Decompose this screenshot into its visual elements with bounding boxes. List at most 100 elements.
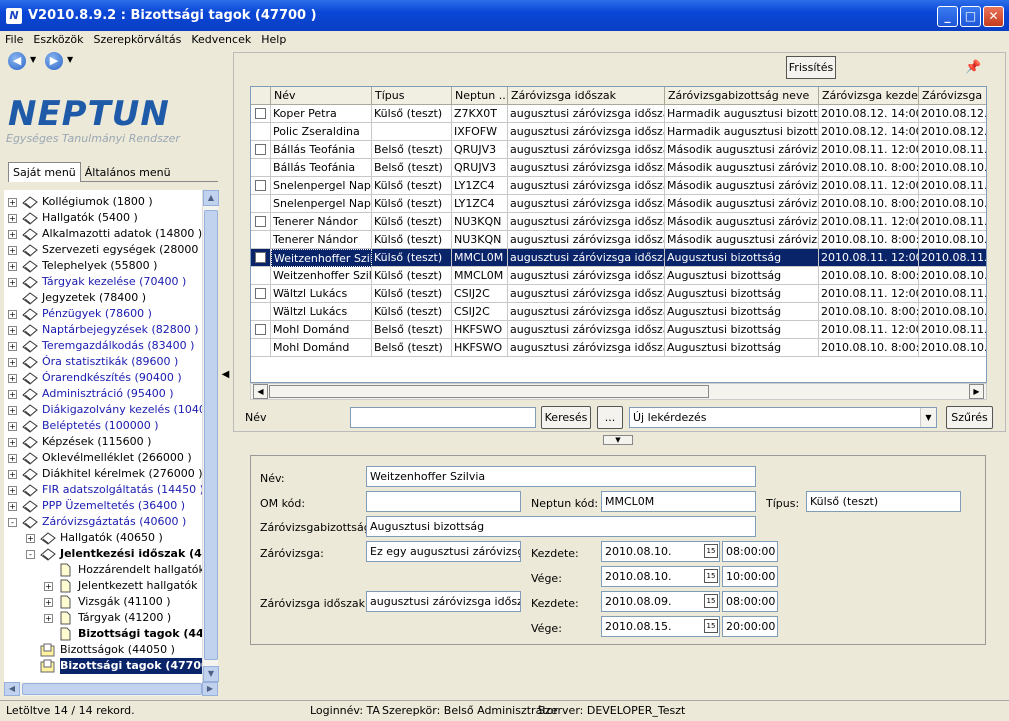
- scroll-down-icon[interactable]: ▼: [203, 666, 219, 682]
- tree-item[interactable]: + Telephelyek (55800 ): [4, 258, 202, 274]
- table-cell[interactable]: 2010.08.12. 1: [919, 123, 986, 141]
- maximize-button[interactable]: □: [960, 6, 981, 27]
- row-selector-cell[interactable]: [251, 141, 271, 159]
- expand-icon[interactable]: +: [8, 230, 17, 239]
- table-cell[interactable]: augusztusi záróvizsga időszak: [508, 321, 665, 339]
- column-header[interactable]: Záróvizsga időszak: [508, 87, 665, 105]
- table-cell[interactable]: Augusztusi bizottság: [665, 339, 819, 357]
- collapse-icon[interactable]: -: [26, 550, 35, 559]
- table-cell[interactable]: 2010.08.10. 8:00:00: [819, 159, 919, 177]
- table-cell[interactable]: 2010.08.11. 12:00:0: [819, 321, 919, 339]
- tree-item[interactable]: Bizottságok (44050 ): [4, 642, 202, 658]
- table-cell[interactable]: 2010.08.10. 8:00:00: [819, 231, 919, 249]
- table-cell[interactable]: Harmadik augusztusi bizottság: [665, 105, 819, 123]
- table-cell[interactable]: Polic Zseraldina: [271, 123, 372, 141]
- tree-item[interactable]: + Tárgyak (41200 ): [4, 610, 202, 626]
- expand-icon[interactable]: +: [8, 422, 17, 431]
- table-cell[interactable]: Snelenpergel Napóle: [271, 177, 372, 195]
- tree-scroll-thumb[interactable]: [204, 210, 218, 660]
- tab-general-menu[interactable]: Általános menü: [81, 163, 175, 182]
- tree-item[interactable]: Bizottsági tagok (47700: [4, 658, 202, 674]
- query-select[interactable]: Új lekérdezés ▼: [629, 407, 937, 428]
- table-cell[interactable]: Augusztusi bizottság: [665, 249, 819, 267]
- table-cell[interactable]: Mohl Dománd: [271, 321, 372, 339]
- table-cell[interactable]: MMCL0M: [452, 249, 508, 267]
- grid-scroll-left-icon[interactable]: ◀: [253, 384, 268, 399]
- row-checkbox[interactable]: [255, 288, 266, 299]
- table-cell[interactable]: HKFSWO: [452, 339, 508, 357]
- table-cell[interactable]: Külső (teszt): [372, 303, 452, 321]
- neptun-code-field[interactable]: MMCL0M: [601, 491, 756, 512]
- menu-file[interactable]: File: [0, 31, 28, 48]
- table-row[interactable]: Polic Zseraldina IXFOFW augusztusi záróviz…: [251, 123, 986, 141]
- tree-item[interactable]: + Képzések (115600 ): [4, 434, 202, 450]
- refresh-button[interactable]: Frissítés: [786, 56, 836, 79]
- grid-hscroll-thumb[interactable]: [269, 385, 709, 398]
- table-row[interactable]: Wältzl Lukács Külső (teszt) CSIJ2C augusztu…: [251, 285, 986, 303]
- expand-icon[interactable]: +: [8, 214, 17, 223]
- calendar-icon[interactable]: 15: [704, 619, 718, 633]
- exam-end-date[interactable]: 2010.08.10.: [601, 566, 720, 587]
- column-header[interactable]: Záróvizsga kezdete: [819, 87, 919, 105]
- title-bar[interactable]: N V2010.8.9.2 : Bizottsági tagok (47700 …: [0, 0, 1009, 31]
- expand-icon[interactable]: +: [44, 598, 53, 607]
- table-cell[interactable]: 2010.08.10. 1: [919, 267, 986, 285]
- tree-vertical-scrollbar[interactable]: ▲ ▼: [202, 190, 219, 682]
- expand-icon[interactable]: +: [8, 198, 17, 207]
- grid-horizontal-scrollbar[interactable]: ◀ ▶: [250, 383, 987, 400]
- tree-item[interactable]: + Teremgazdálkodás (83400 ): [4, 338, 202, 354]
- back-dropdown-icon[interactable]: ▼: [30, 55, 36, 64]
- table-cell[interactable]: QRUJV3: [452, 159, 508, 177]
- committee-field[interactable]: Augusztusi bizottság: [366, 516, 756, 537]
- expand-icon[interactable]: +: [8, 406, 17, 415]
- column-header[interactable]: Típus: [372, 87, 452, 105]
- column-header[interactable]: Záróvizsga vé: [919, 87, 986, 105]
- expand-icon[interactable]: +: [8, 486, 17, 495]
- row-selector-cell[interactable]: [251, 195, 271, 213]
- table-row[interactable]: Weitzenhoffer SzilviaKülső (teszt)MMCL0M…: [251, 267, 986, 285]
- table-cell[interactable]: [372, 123, 452, 141]
- row-selector-cell[interactable]: [251, 159, 271, 177]
- period-start-time[interactable]: 08:00:00: [722, 591, 778, 612]
- table-cell[interactable]: Augusztusi bizottság: [665, 285, 819, 303]
- table-cell[interactable]: 2010.08.11. 1: [919, 141, 986, 159]
- expand-icon[interactable]: +: [8, 310, 17, 319]
- row-checkbox[interactable]: [255, 180, 266, 191]
- column-header[interactable]: Név: [271, 87, 372, 105]
- table-cell[interactable]: augusztusi záróvizsga időszak: [508, 177, 665, 195]
- expand-icon[interactable]: +: [8, 470, 17, 479]
- menu-role-switch[interactable]: Szerepkörváltás: [88, 31, 186, 48]
- table-cell[interactable]: MMCL0M: [452, 267, 508, 285]
- calendar-icon[interactable]: 15: [704, 594, 718, 608]
- tree-item[interactable]: Jegyzetek (78400 ): [4, 290, 202, 306]
- expand-icon[interactable]: +: [44, 582, 53, 591]
- table-cell[interactable]: augusztusi záróvizsga időszak: [508, 267, 665, 285]
- table-cell[interactable]: Külső (teszt): [372, 195, 452, 213]
- grid-scroll-right-icon[interactable]: ▶: [969, 384, 984, 399]
- table-cell[interactable]: 2010.08.10. 8:00:00: [819, 339, 919, 357]
- table-cell[interactable]: Snelenpergel Napóle: [271, 195, 372, 213]
- table-cell[interactable]: Z7KX0T: [452, 105, 508, 123]
- expand-icon[interactable]: +: [8, 262, 17, 271]
- tree-item[interactable]: - Jelentkezési időszak (40: [4, 546, 202, 562]
- table-cell[interactable]: 2010.08.11. 1: [919, 321, 986, 339]
- table-cell[interactable]: Külső (teszt): [372, 105, 452, 123]
- row-selector-cell[interactable]: [251, 177, 271, 195]
- table-row[interactable]: Tenerer Nándor Külső (teszt) NU3KQN auguszt…: [251, 231, 986, 249]
- exam-start-time[interactable]: 08:00:00: [722, 541, 778, 562]
- table-row[interactable]: Koper Petra Külső (teszt) Z7KX0T augusztusi…: [251, 105, 986, 123]
- tree-item[interactable]: Bizottsági tagok (440: [4, 626, 202, 642]
- pin-icon[interactable]: 📌: [965, 60, 981, 75]
- tree-item[interactable]: + Diákhitel kérelmek (276000 ): [4, 466, 202, 482]
- table-cell[interactable]: Harmadik augusztusi bizottság: [665, 123, 819, 141]
- table-cell[interactable]: 2010.08.11. 12:00:0: [819, 177, 919, 195]
- table-row[interactable]: Mohl Dománd Belső (teszt) HKFSWO augusztusi…: [251, 321, 986, 339]
- search-button[interactable]: Keresés: [541, 406, 591, 429]
- table-cell[interactable]: LY1ZC4: [452, 177, 508, 195]
- table-cell[interactable]: Weitzenhoffer Szilvia: [271, 249, 372, 267]
- table-cell[interactable]: Külső (teszt): [372, 231, 452, 249]
- period-field[interactable]: augusztusi záróvizsga időszak: [366, 591, 521, 612]
- row-selector-cell[interactable]: [251, 105, 271, 123]
- tree-item[interactable]: + Tárgyak kezelése (70400 ): [4, 274, 202, 290]
- back-arrow-icon[interactable]: ◀: [8, 52, 26, 70]
